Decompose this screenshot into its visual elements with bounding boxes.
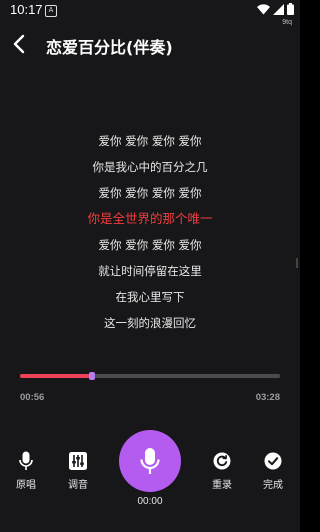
status-time: 10:17: [10, 2, 43, 17]
lyric-line: 爱你 爱你 爱你 爱你: [98, 238, 202, 252]
status-icons: [257, 3, 294, 15]
microphone-icon: [140, 448, 160, 474]
sliders-icon: [69, 452, 87, 470]
lyric-line: 就让时间停留在这里: [98, 264, 202, 278]
finish-button[interactable]: 完成: [251, 451, 295, 491]
progress-slider[interactable]: [20, 372, 280, 380]
microphone-icon: [19, 451, 33, 470]
rerecord-button[interactable]: 重录: [200, 451, 244, 491]
signal-icon: [273, 3, 284, 15]
progress-fill: [20, 374, 92, 378]
record-time: 00:00: [137, 496, 163, 507]
battery-icon: [287, 3, 294, 15]
lyric-line-active: 你是全世界的那个唯一: [87, 211, 213, 226]
check-circle-icon: [264, 452, 282, 470]
tuning-label: 调音: [68, 480, 88, 491]
lyrics-list: 爱你 爱你 爱你 爱你 你是我心中的百分之几 爱你 爱你 爱你 爱你 你是全世界…: [0, 128, 300, 336]
chevron-left-icon: [13, 34, 25, 54]
status-bar: 10:17 A 9tq: [0, 0, 300, 26]
notification-badge: A: [45, 5, 57, 17]
lyric-line: 在我心里写下: [115, 290, 185, 304]
current-time: 00:56: [20, 392, 45, 403]
original-vocal-label: 原唱: [16, 480, 36, 491]
record-button[interactable]: [119, 430, 181, 492]
back-button[interactable]: [10, 32, 30, 56]
rerecord-label: 重录: [212, 480, 232, 491]
header: 恋爱百分比(伴奏): [0, 30, 300, 58]
progress-thumb[interactable]: [88, 372, 95, 380]
scroll-indicator: [296, 258, 298, 268]
page-title: 恋爱百分比(伴奏): [46, 38, 173, 57]
lyric-line: 这一刻的浪漫回忆: [104, 316, 196, 330]
tuning-button[interactable]: 调音: [56, 451, 100, 491]
lyric-line: 爱你 爱你 爱你 爱你: [98, 134, 202, 148]
rerecord-icon: [213, 452, 231, 470]
original-vocal-button[interactable]: 原唱: [4, 451, 48, 491]
lyric-line: 你是我心中的百分之几: [92, 160, 208, 174]
total-time: 03:28: [255, 392, 280, 403]
finish-label: 完成: [263, 480, 283, 491]
carrier-label: 9tq: [282, 19, 292, 26]
wifi-icon: [257, 3, 270, 14]
lyric-line: 爱你 爱你 爱你 爱你: [98, 186, 202, 200]
